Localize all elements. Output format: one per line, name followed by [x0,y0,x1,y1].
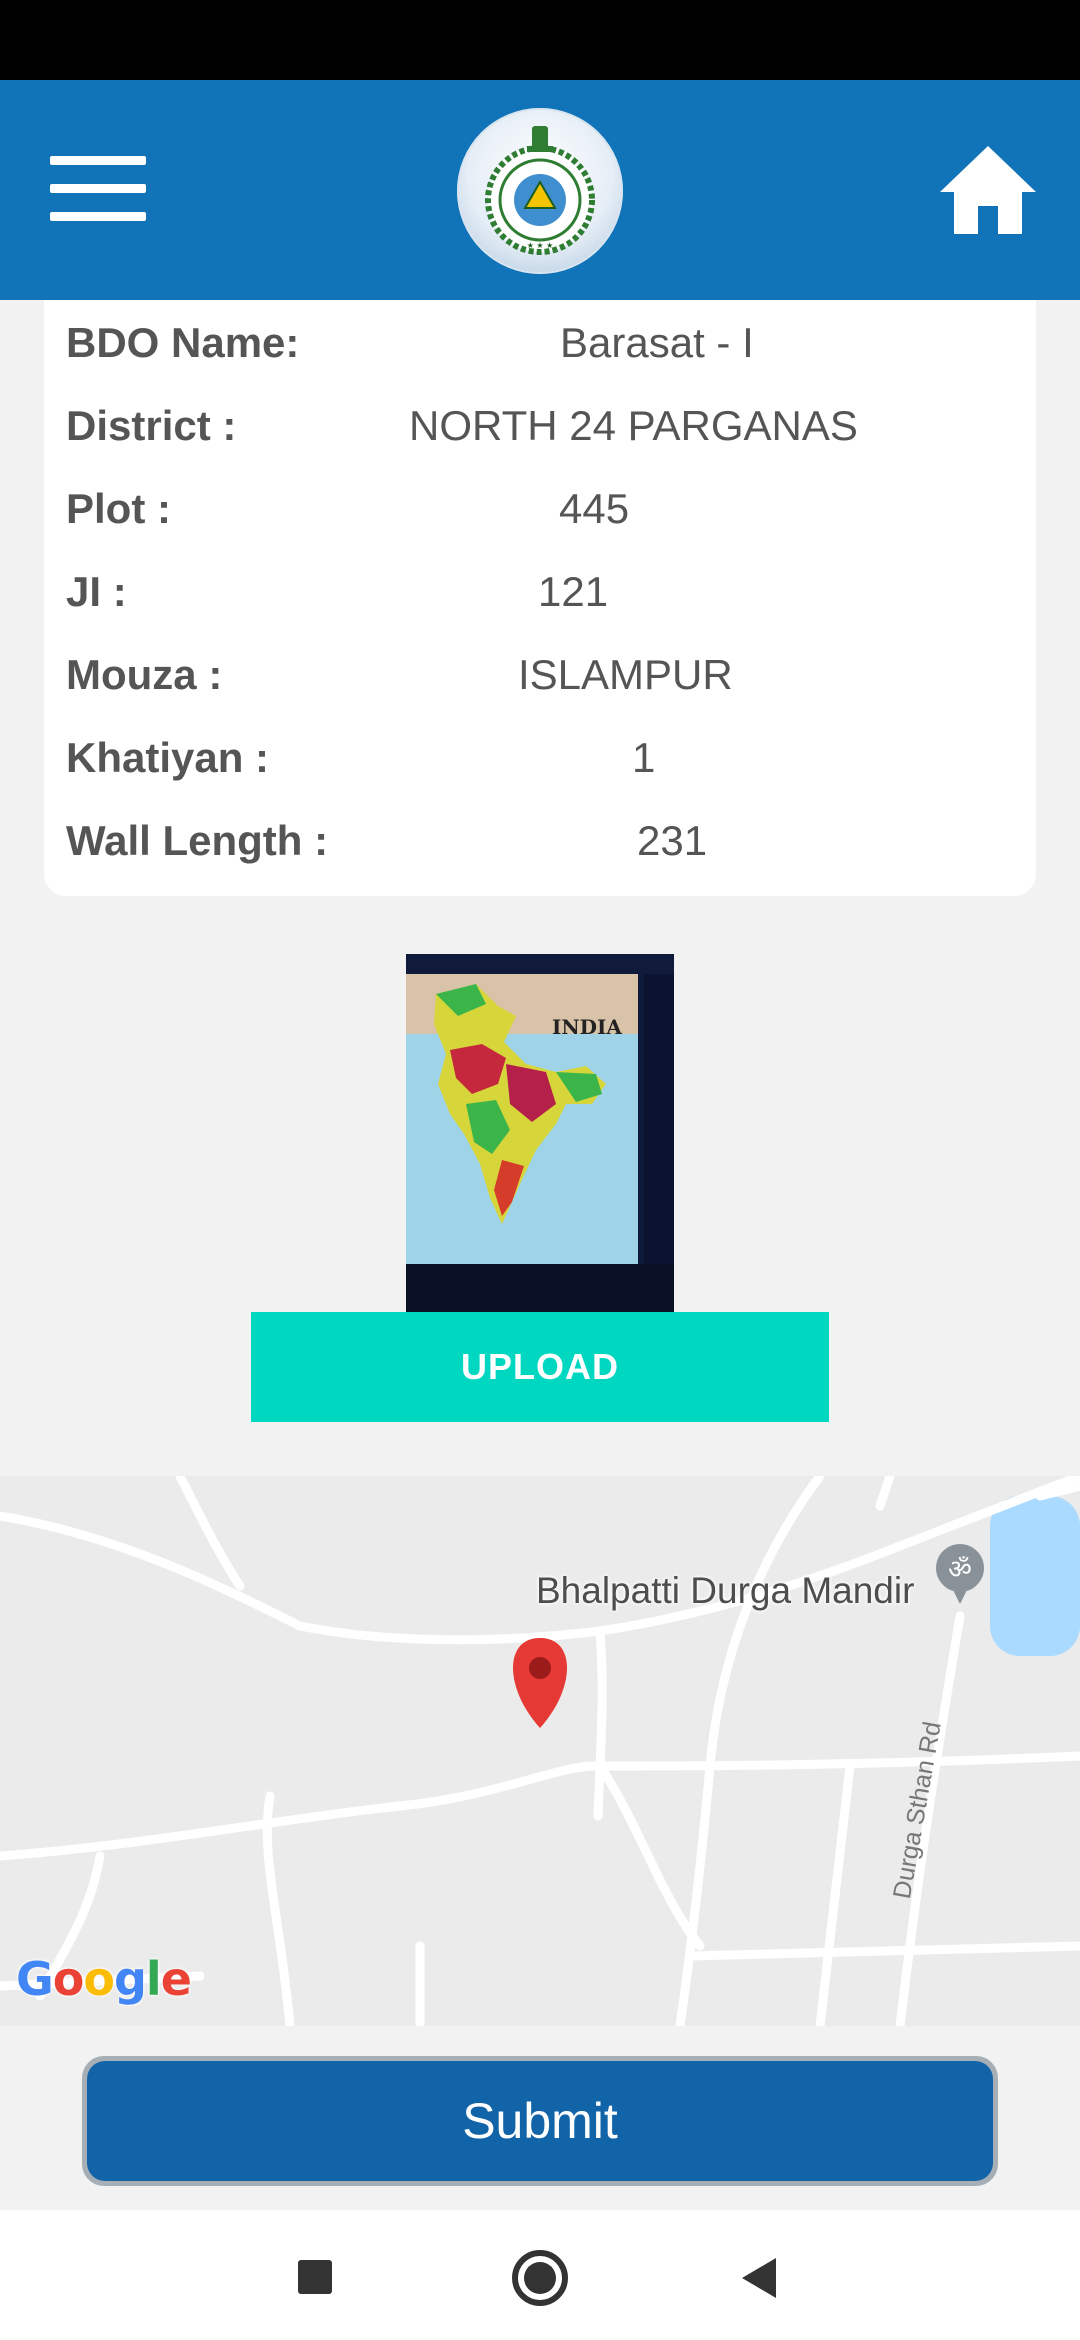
bdo-name-label: BDO Name: [66,319,300,366]
svg-text:★ ★ ★: ★ ★ ★ [527,241,554,250]
home-icon[interactable] [936,142,1040,238]
bdo-name-value: Barasat - I [560,319,754,366]
wall-length-value: 231 [637,817,708,864]
detail-row-ji: JI : 121 [44,562,1036,622]
wall-length-label: Wall Length : [66,817,329,864]
detail-row-bdo-name: BDO Name: Barasat - I [44,313,1036,373]
upload-button[interactable]: UPLOAD [251,1312,829,1422]
detail-row-district: District : NORTH 24 PARGANAS [44,396,1036,456]
google-logo: Google [16,1952,192,2006]
submit-button-frame: Submit [82,2056,998,2186]
mouza-label: Mouza : [66,651,223,698]
detail-row-wall-length: Wall Length : 231 [44,811,1036,871]
home-circle-icon[interactable] [512,2250,568,2306]
details-card: BDO Name: Barasat - I District : NORTH 2… [44,300,1036,896]
district-value: NORTH 24 PARGANAS [409,402,858,449]
mouza-value: ISLAMPUR [518,651,733,698]
temple-icon: ॐ [936,1544,984,1604]
government-emblem-logo: ★ ★ ★ [457,108,623,274]
plot-label: Plot : [66,485,171,532]
uploaded-photo: INDIA [406,954,674,1312]
status-bar [0,0,1080,80]
plot-value: 445 [559,485,630,532]
recents-icon[interactable] [298,2260,332,2294]
photo-map-caption: INDIA [552,1015,622,1039]
back-icon[interactable] [742,2258,776,2298]
detail-row-mouza: Mouza : ISLAMPUR [44,645,1036,705]
district-label: District : [66,402,237,449]
menu-icon[interactable] [50,156,146,222]
submit-button[interactable]: Submit [87,2061,993,2181]
detail-row-plot: Plot : 445 [44,479,1036,539]
location-marker-icon [513,1638,567,1728]
detail-row-khatiyan: Khatiyan : 1 [44,728,1036,788]
system-nav-bar [0,2210,1080,2340]
svg-text:ॐ: ॐ [948,1555,972,1585]
location-map[interactable]: ॐ Bhalpatti Durga Mandir Durga Sthan Rd … [0,1476,1080,2026]
map-place-label: Bhalpatti Durga Mandir [536,1570,915,1611]
ji-value: 121 [538,568,609,615]
ji-label: JI : [66,568,127,615]
khatiyan-value: 1 [632,734,656,781]
khatiyan-label: Khatiyan : [66,734,270,781]
app-header: ★ ★ ★ [0,80,1080,300]
